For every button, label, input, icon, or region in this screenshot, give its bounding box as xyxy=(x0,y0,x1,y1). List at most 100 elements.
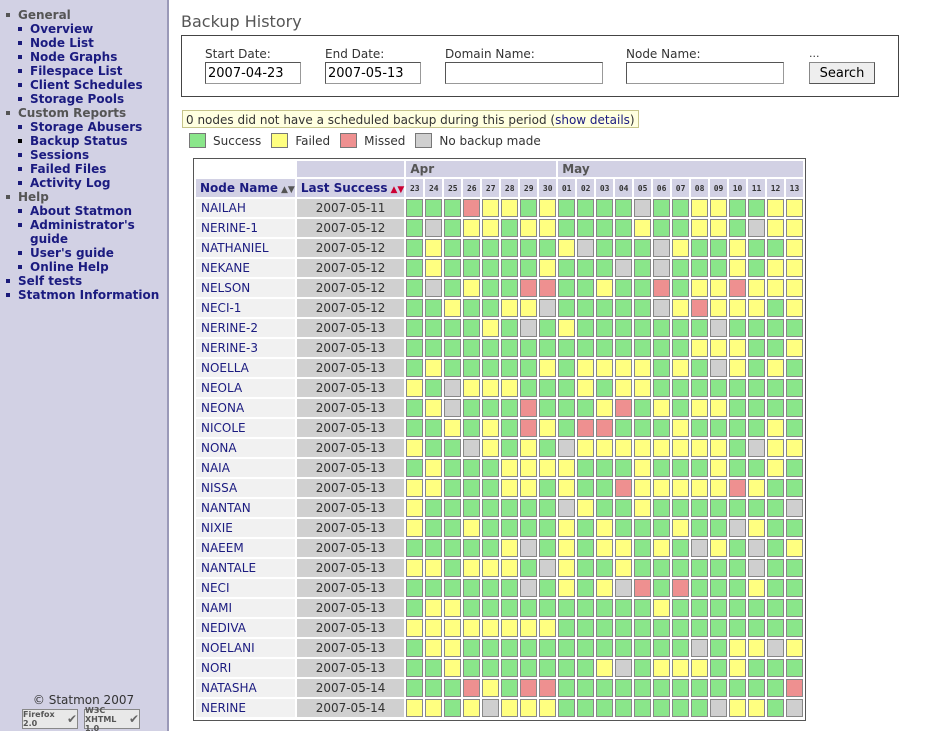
status-cell-failed[interactable] xyxy=(425,559,443,577)
node-name-link[interactable]: NANTALE xyxy=(196,559,295,577)
status-cell-failed[interactable] xyxy=(406,439,424,457)
status-cell-success[interactable] xyxy=(786,419,803,437)
status-cell-failed[interactable] xyxy=(444,419,462,437)
status-cell-no-backup[interactable] xyxy=(653,239,671,257)
status-cell-success[interactable] xyxy=(482,499,500,517)
status-cell-no-backup[interactable] xyxy=(748,219,766,237)
status-cell-success[interactable] xyxy=(653,359,671,377)
sidebar-link-node-graphs[interactable]: Node Graphs xyxy=(30,50,117,64)
status-cell-success[interactable] xyxy=(691,579,709,597)
status-cell-missed[interactable] xyxy=(615,479,633,497)
status-cell-failed[interactable] xyxy=(520,299,538,317)
status-cell-failed[interactable] xyxy=(539,359,557,377)
status-cell-success[interactable] xyxy=(786,379,803,397)
status-cell-success[interactable] xyxy=(558,699,576,717)
status-cell-failed[interactable] xyxy=(577,499,595,517)
status-cell-failed[interactable] xyxy=(501,619,519,637)
status-cell-success[interactable] xyxy=(577,199,595,217)
node-name-link[interactable]: NAILAH xyxy=(196,199,295,217)
status-cell-success[interactable] xyxy=(691,459,709,477)
status-cell-success[interactable] xyxy=(406,279,424,297)
status-cell-success[interactable] xyxy=(444,319,462,337)
status-cell-failed[interactable] xyxy=(767,219,784,237)
status-cell-failed[interactable] xyxy=(596,579,614,597)
status-cell-success[interactable] xyxy=(539,639,557,657)
status-cell-no-backup[interactable] xyxy=(558,499,576,517)
status-cell-success[interactable] xyxy=(634,639,652,657)
status-cell-no-backup[interactable] xyxy=(577,239,595,257)
status-cell-success[interactable] xyxy=(444,499,462,517)
status-cell-no-backup[interactable] xyxy=(463,439,481,457)
status-cell-success[interactable] xyxy=(425,419,443,437)
status-cell-no-backup[interactable] xyxy=(444,399,462,417)
status-cell-success[interactable] xyxy=(444,199,462,217)
status-cell-success[interactable] xyxy=(520,339,538,357)
sidebar-item-sessions[interactable]: Sessions xyxy=(6,148,167,162)
status-cell-success[interactable] xyxy=(425,339,443,357)
status-cell-failed[interactable] xyxy=(729,359,747,377)
status-cell-success[interactable] xyxy=(444,679,462,697)
status-cell-success[interactable] xyxy=(729,579,747,597)
status-cell-success[interactable] xyxy=(482,279,500,297)
status-cell-failed[interactable] xyxy=(748,579,766,597)
status-cell-failed[interactable] xyxy=(710,219,728,237)
status-cell-failed[interactable] xyxy=(748,639,766,657)
node-name-link[interactable]: NONA xyxy=(196,439,295,457)
status-cell-success[interactable] xyxy=(596,339,614,357)
status-cell-failed[interactable] xyxy=(406,559,424,577)
status-cell-failed[interactable] xyxy=(786,219,803,237)
status-cell-success[interactable] xyxy=(615,199,633,217)
status-cell-success[interactable] xyxy=(463,239,481,257)
status-cell-failed[interactable] xyxy=(482,219,500,237)
status-cell-success[interactable] xyxy=(634,699,652,717)
status-cell-success[interactable] xyxy=(596,559,614,577)
status-cell-success[interactable] xyxy=(558,279,576,297)
status-cell-success[interactable] xyxy=(596,459,614,477)
status-cell-success[interactable] xyxy=(786,519,803,537)
status-cell-success[interactable] xyxy=(539,239,557,257)
status-cell-failed[interactable] xyxy=(729,699,747,717)
status-cell-success[interactable] xyxy=(520,199,538,217)
status-cell-success[interactable] xyxy=(615,279,633,297)
node-name-link[interactable]: NICOLE xyxy=(196,419,295,437)
status-cell-missed[interactable] xyxy=(729,479,747,497)
status-cell-failed[interactable] xyxy=(596,279,614,297)
status-cell-success[interactable] xyxy=(463,419,481,437)
status-cell-success[interactable] xyxy=(501,239,519,257)
status-cell-failed[interactable] xyxy=(501,459,519,477)
status-cell-success[interactable] xyxy=(425,439,443,457)
status-cell-success[interactable] xyxy=(520,599,538,617)
status-cell-success[interactable] xyxy=(577,619,595,637)
status-cell-failed[interactable] xyxy=(653,539,671,557)
status-cell-success[interactable] xyxy=(406,359,424,377)
status-cell-failed[interactable] xyxy=(539,219,557,237)
status-cell-success[interactable] xyxy=(691,359,709,377)
status-cell-failed[interactable] xyxy=(406,379,424,397)
status-cell-missed[interactable] xyxy=(634,579,652,597)
status-cell-failed[interactable] xyxy=(577,439,595,457)
status-cell-success[interactable] xyxy=(463,459,481,477)
status-cell-success[interactable] xyxy=(444,579,462,597)
status-cell-failed[interactable] xyxy=(615,539,633,557)
status-cell-success[interactable] xyxy=(767,339,784,357)
status-cell-success[interactable] xyxy=(539,319,557,337)
status-cell-failed[interactable] xyxy=(748,479,766,497)
status-cell-failed[interactable] xyxy=(729,639,747,657)
status-cell-no-backup[interactable] xyxy=(425,219,443,237)
status-cell-success[interactable] xyxy=(615,699,633,717)
status-cell-failed[interactable] xyxy=(539,459,557,477)
status-cell-failed[interactable] xyxy=(596,359,614,377)
status-cell-success[interactable] xyxy=(653,379,671,397)
status-cell-failed[interactable] xyxy=(406,479,424,497)
status-cell-success[interactable] xyxy=(501,259,519,277)
status-cell-success[interactable] xyxy=(501,499,519,517)
status-cell-no-backup[interactable] xyxy=(710,319,728,337)
status-cell-success[interactable] xyxy=(596,299,614,317)
status-cell-failed[interactable] xyxy=(767,419,784,437)
status-cell-success[interactable] xyxy=(672,219,690,237)
status-cell-success[interactable] xyxy=(558,419,576,437)
status-cell-success[interactable] xyxy=(444,239,462,257)
status-cell-success[interactable] xyxy=(615,339,633,357)
status-cell-success[interactable] xyxy=(577,219,595,237)
status-cell-failed[interactable] xyxy=(672,439,690,457)
